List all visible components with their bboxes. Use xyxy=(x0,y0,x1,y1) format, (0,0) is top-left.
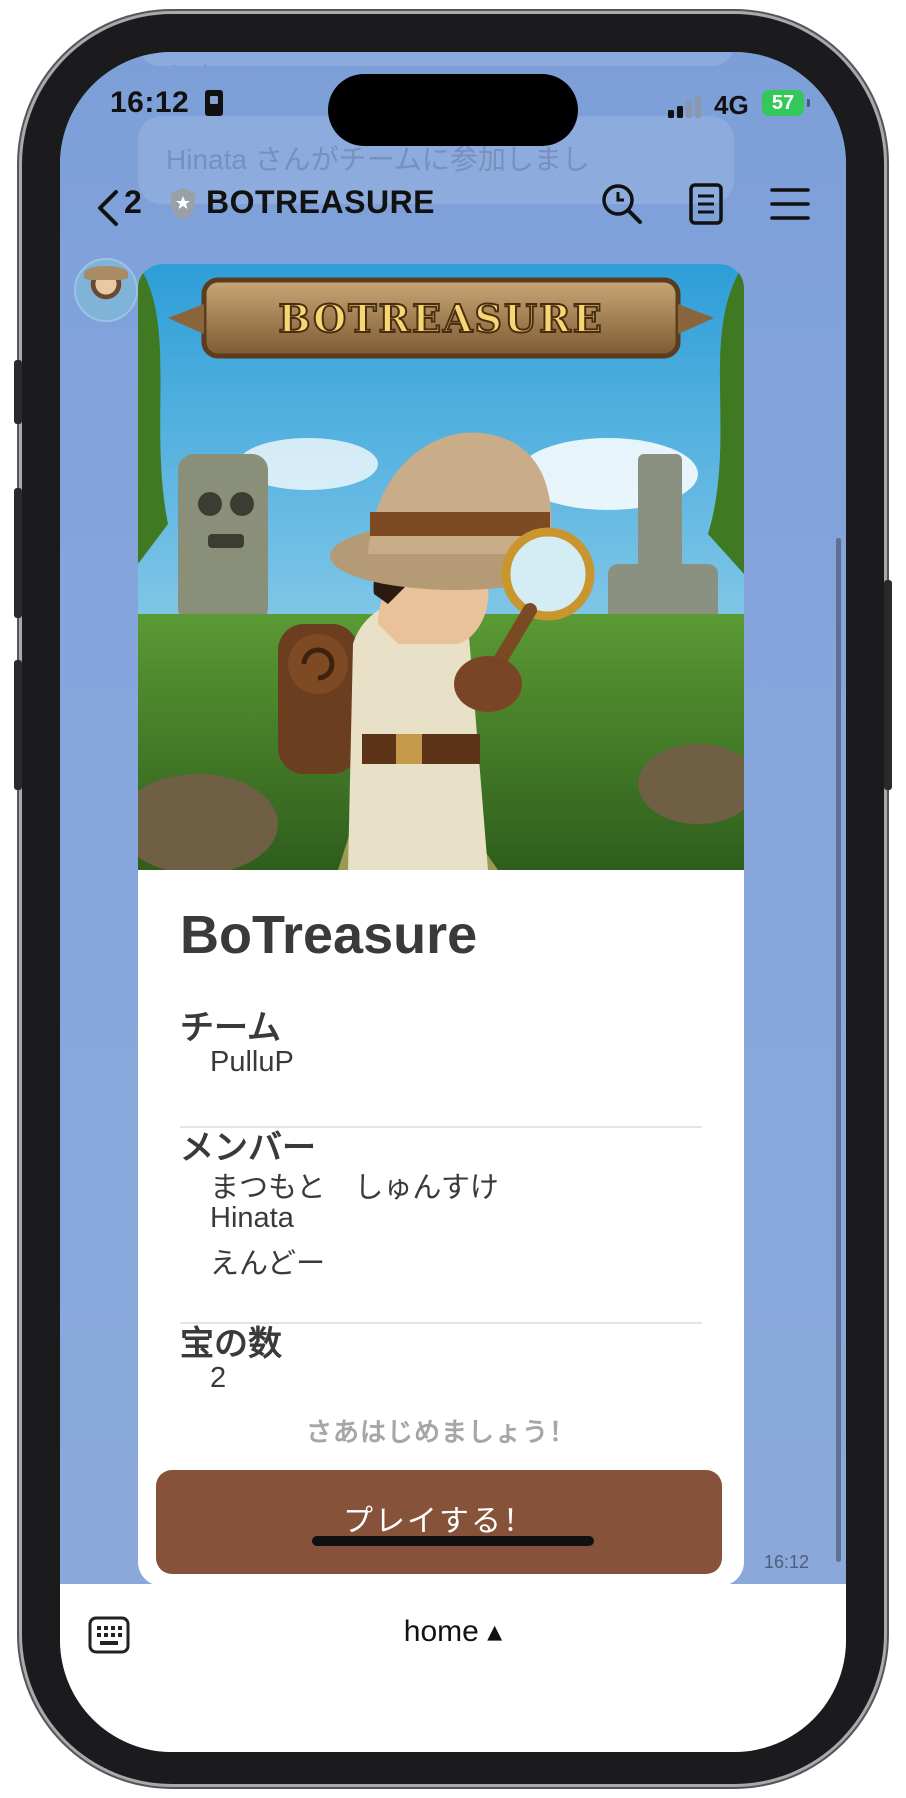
treasure-count-label: 宝の数 xyxy=(180,1325,282,1363)
member-name: Hinata xyxy=(210,1202,294,1234)
scrollbar[interactable] xyxy=(836,538,841,1562)
volume-up-button xyxy=(14,488,22,618)
banner-text: BOTREASURE xyxy=(278,296,603,341)
battery-icon: 57 xyxy=(762,90,810,116)
rich-menu-bar: home ▴ xyxy=(60,1584,846,1752)
bot-avatar[interactable] xyxy=(74,258,138,322)
chat-title[interactable]: BOTREASURE xyxy=(206,184,435,221)
menu-icon[interactable] xyxy=(766,180,814,228)
shield-icon xyxy=(171,188,195,220)
rich-menu-toggle[interactable]: home ▴ xyxy=(60,1614,846,1649)
member-name: えんどー xyxy=(210,1248,326,1280)
chat-header: 2 BOTREASURE xyxy=(60,172,846,244)
signal-strength-icon xyxy=(668,96,704,118)
battery-level: 57 xyxy=(771,92,795,114)
dynamic-island xyxy=(328,74,578,146)
team-label: チーム xyxy=(180,1009,281,1047)
status-bar: 16:12 4G 57 xyxy=(60,52,846,162)
unread-count[interactable]: 2 xyxy=(124,184,142,221)
play-button[interactable]: プレイする！ xyxy=(156,1470,722,1574)
treasure-count-value: 2 xyxy=(210,1362,227,1394)
message-card: BOTREASURE BoTreasure チーム PulluP メンバー まつ… xyxy=(138,264,744,1486)
volume-down-button xyxy=(14,660,22,790)
status-time: 16:12 xyxy=(110,86,190,119)
message-timestamp: 16:12 xyxy=(764,1552,810,1572)
sim-card-icon xyxy=(205,90,223,116)
card-title: BoTreasure xyxy=(180,905,478,965)
home-indicator[interactable] xyxy=(312,1536,594,1546)
members-label: メンバー xyxy=(180,1129,316,1167)
search-icon[interactable] xyxy=(598,180,646,228)
hero-image: BOTREASURE xyxy=(138,264,744,870)
team-value: PulluP xyxy=(210,1046,294,1078)
notes-icon[interactable] xyxy=(682,180,730,228)
network-type: 4G xyxy=(714,90,749,120)
power-button xyxy=(884,580,892,790)
member-name: まつもと しゅんすけ xyxy=(210,1172,499,1204)
start-prompt: さあはじめましょう！ xyxy=(305,1417,576,1447)
phone-screen: した Hinata さんがチームに参加しまし 16:12 4G 57 2 BOT… xyxy=(60,52,846,1752)
action-button xyxy=(14,360,22,424)
